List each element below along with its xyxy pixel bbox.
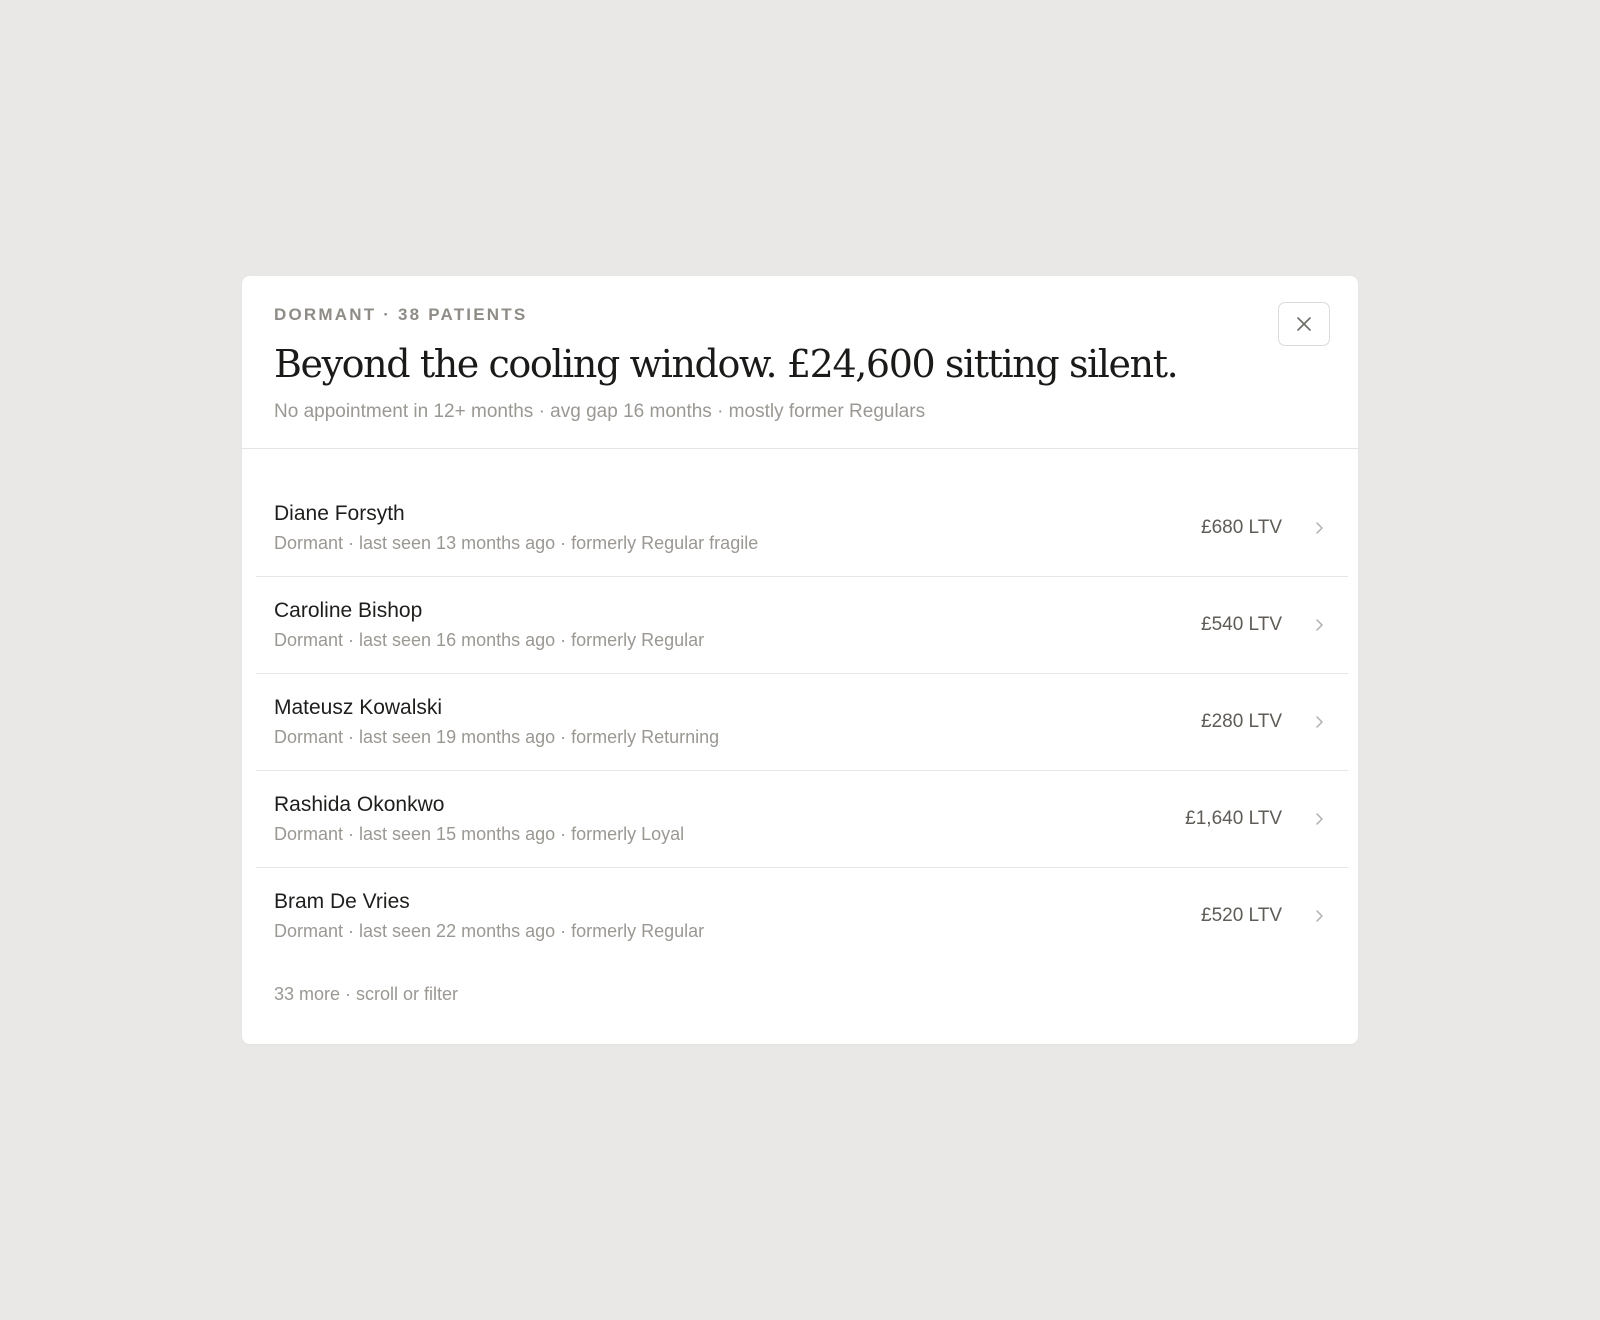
modal-subtitle: No appointment in 12+ months · avg gap 1…: [274, 401, 926, 422]
close-icon: [1297, 317, 1311, 331]
patient-right: £680 LTV: [1201, 515, 1326, 541]
patient-right: £280 LTV: [1201, 709, 1326, 735]
patient-info: Caroline Bishop Dormant · last seen 16 m…: [274, 597, 704, 653]
patient-row[interactable]: Bram De Vries Dormant · last seen 22 mon…: [242, 867, 1358, 964]
segment-eyebrow: DORMANT · 38 PATIENTS: [274, 305, 528, 324]
patient-meta: Dormant · last seen 13 months ago · form…: [274, 532, 759, 553]
chevron-right-icon: [1316, 715, 1323, 728]
patient-right: £1,640 LTV: [1185, 806, 1326, 832]
chevron-right-icon: [1316, 812, 1323, 825]
patient-row[interactable]: Diane Forsyth Dormant · last seen 13 mon…: [242, 479, 1358, 576]
patient-ltv: £1,640 LTV: [1185, 807, 1282, 829]
modal-title: Beyond the cooling window. £24,600 sitti…: [274, 342, 1179, 386]
patient-meta: Dormant · last seen 16 months ago · form…: [274, 629, 705, 650]
chevron-right-icon: [1316, 909, 1323, 922]
patient-row[interactable]: Rashida Okonkwo Dormant · last seen 15 m…: [242, 770, 1358, 867]
dormant-patients-modal: DORMANT · 38 PATIENTS Beyond the cooling…: [242, 276, 1358, 1044]
patient-name: Caroline Bishop: [274, 598, 423, 622]
patient-meta: Dormant · last seen 19 months ago · form…: [274, 726, 720, 747]
patient-info: Rashida Okonkwo Dormant · last seen 15 m…: [274, 791, 684, 847]
chevron-right-icon: [1316, 618, 1323, 631]
patient-row[interactable]: Caroline Bishop Dormant · last seen 16 m…: [242, 576, 1358, 673]
patient-list: Diane Forsyth Dormant · last seen 13 mon…: [242, 449, 1358, 964]
patient-name: Mateusz Kowalski: [274, 695, 443, 719]
patient-meta: Dormant · last seen 22 months ago · form…: [274, 920, 705, 941]
close-button[interactable]: [1278, 302, 1330, 346]
patient-right: £520 LTV: [1201, 903, 1326, 929]
chevron-right-icon: [1316, 521, 1323, 534]
patient-info: Diane Forsyth Dormant · last seen 13 mon…: [274, 500, 758, 556]
modal-header: DORMANT · 38 PATIENTS Beyond the cooling…: [242, 276, 1358, 449]
patient-ltv: £280 LTV: [1201, 710, 1282, 732]
patient-row[interactable]: Mateusz Kowalski Dormant · last seen 19 …: [242, 673, 1358, 770]
patient-info: Bram De Vries Dormant · last seen 22 mon…: [274, 888, 704, 944]
patient-ltv: £540 LTV: [1201, 613, 1282, 635]
patient-right: £540 LTV: [1201, 612, 1326, 638]
patient-name: Bram De Vries: [274, 889, 410, 913]
patient-meta: Dormant · last seen 15 months ago · form…: [274, 823, 685, 844]
patient-name: Rashida Okonkwo: [274, 792, 445, 816]
patient-ltv: £520 LTV: [1201, 904, 1282, 926]
patient-name: Diane Forsyth: [274, 501, 405, 525]
patient-ltv: £680 LTV: [1201, 516, 1282, 538]
patient-info: Mateusz Kowalski Dormant · last seen 19 …: [274, 694, 719, 750]
more-patients-note: 33 more · scroll or filter: [274, 984, 459, 1004]
